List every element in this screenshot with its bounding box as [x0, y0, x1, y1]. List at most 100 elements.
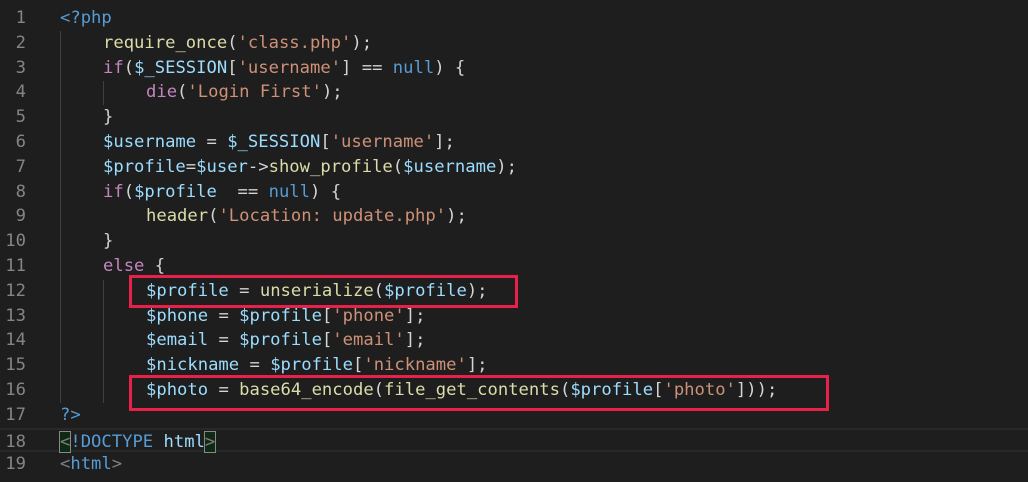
code-token: ]; — [466, 355, 488, 376]
code-token: null — [268, 181, 311, 202]
code-token: ]; — [404, 305, 426, 326]
code-token: ); — [351, 32, 373, 53]
code-token: = — [239, 355, 271, 376]
line-number: 14 — [5, 330, 26, 351]
line-number: 15 — [5, 355, 26, 376]
code-token: ( — [177, 82, 188, 103]
code-token: die — [146, 82, 178, 103]
code-token: ); — [321, 82, 343, 103]
code-text: } — [103, 105, 113, 130]
code-line[interactable]: 3 if($_SESSION['username'] == null) { — [0, 56, 1028, 81]
code-token: -> — [247, 156, 269, 177]
indent-guide — [103, 81, 104, 105]
code-token: ) { — [434, 57, 466, 78]
code-line[interactable]: 14 $email = $profile['email']; — [0, 328, 1028, 353]
code-token: = — [185, 156, 197, 177]
code-line[interactable]: 10} — [0, 229, 1028, 254]
code-text: $username = $_SESSION['username']; — [103, 130, 455, 155]
code-token: $profile — [270, 355, 353, 376]
code-token: $phone — [146, 305, 209, 326]
code-token: 'username' — [237, 57, 342, 78]
code-line[interactable]: 8 if($profile == null) { — [0, 180, 1028, 205]
code-token: null — [392, 57, 435, 78]
code-token: ]; — [404, 330, 426, 351]
code-token: ( — [392, 156, 404, 177]
code-token: 'Location: update.php' — [218, 206, 447, 227]
code-line[interactable]: 18 <!DOCTYPE html> — [0, 427, 1028, 455]
code-token: $profile — [239, 305, 322, 326]
code-text: header('Location: update.php'); — [146, 204, 467, 229]
code-token: > — [203, 430, 217, 453]
code-text: <html> — [60, 452, 122, 477]
line-number: 3 — [15, 57, 26, 78]
code-token: } — [103, 231, 114, 252]
code-token: else — [103, 255, 145, 276]
code-text: ?> — [60, 403, 81, 428]
code-token: < — [60, 454, 71, 475]
code-line[interactable]: 1 <?php — [0, 6, 1028, 31]
code-token: header — [146, 206, 209, 227]
code-token: { — [144, 255, 166, 276]
line-number: 9 — [15, 206, 26, 227]
line-number: 4 — [15, 82, 26, 103]
code-token: ( — [208, 206, 219, 227]
code-token: 'phone' — [332, 305, 405, 326]
code-token: ] == — [341, 57, 393, 78]
code-token: $email — [146, 330, 209, 351]
highlight-box-file-get-contents — [129, 375, 829, 411]
code-token: 'email' — [332, 330, 405, 351]
code-token: ( — [227, 32, 238, 53]
code-line[interactable]: 5} — [0, 105, 1028, 130]
code-token: 'username' — [330, 131, 435, 152]
line-number: 13 — [5, 305, 26, 326]
code-token: ) { — [310, 181, 342, 202]
code-token: if — [103, 181, 124, 202]
code-token: [ — [352, 355, 364, 376]
code-token: if — [103, 57, 124, 78]
line-number: 18 — [5, 431, 26, 452]
code-token: <?php — [60, 8, 112, 28]
code-token: [ — [321, 305, 333, 326]
line-number: 17 — [5, 404, 26, 425]
code-line[interactable]: 6 $username = $_SESSION['username']; — [0, 130, 1028, 155]
line-number: 5 — [15, 107, 26, 128]
code-line[interactable]: 19 <html> — [0, 452, 1028, 477]
line-number: 11 — [5, 255, 26, 276]
code-text: die('Login First'); — [146, 80, 343, 105]
code-token: $profile — [239, 330, 322, 351]
code-line[interactable]: 9 header('Location: update.php'); — [0, 204, 1028, 229]
code-token: show_profile — [268, 156, 393, 177]
code-text: require_once('class.php'); — [103, 31, 372, 56]
code-token: [ — [227, 57, 238, 78]
code-token: ?> — [60, 404, 81, 425]
line-number: 16 — [5, 379, 26, 400]
code-text: <!DOCTYPE html> — [58, 430, 217, 455]
highlight-box-unserialize — [129, 275, 518, 308]
code-token: $profile — [103, 156, 186, 177]
code-token: $user — [196, 156, 248, 177]
code-token: html — [70, 454, 112, 475]
line-number: 7 — [15, 156, 26, 177]
code-line[interactable]: 7 $profile=$user->show_profile($username)… — [0, 155, 1028, 180]
code-token: $username — [103, 131, 197, 152]
code-token: [ — [321, 330, 333, 351]
code-text: $profile=$user->show_profile($username); — [103, 155, 517, 180]
line-number: 19 — [5, 454, 26, 475]
code-token: html — [163, 431, 205, 452]
indent-guide — [103, 280, 104, 403]
code-token: ); — [496, 156, 517, 177]
code-line[interactable]: 4 die('Login First'); — [0, 80, 1028, 105]
code-text: $email = $profile['email']; — [146, 328, 425, 353]
line-number: 2 — [15, 32, 26, 53]
code-token: } — [103, 107, 114, 128]
code-token: $profile — [134, 181, 217, 202]
code-token: $_SESSION — [134, 57, 228, 78]
code-line[interactable]: 2 require_once('class.php'); — [0, 31, 1028, 56]
code-token: $_SESSION — [227, 131, 321, 152]
code-token: ( — [123, 57, 135, 78]
line-number: 8 — [15, 181, 26, 202]
line-number: 12 — [5, 280, 26, 301]
code-token: ( — [123, 181, 135, 202]
code-token: 'Login First' — [187, 82, 322, 103]
